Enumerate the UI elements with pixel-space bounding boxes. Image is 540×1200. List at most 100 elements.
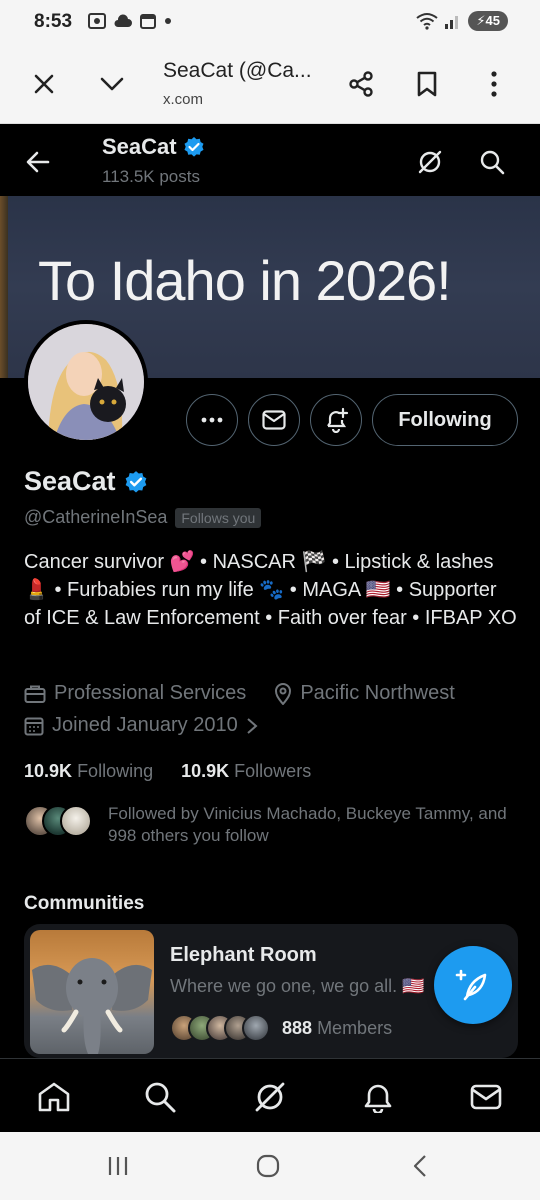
share-icon xyxy=(349,71,373,97)
message-button[interactable] xyxy=(248,394,300,446)
avatar xyxy=(242,1014,270,1042)
browser-tab-bar: SeaCat (@Ca... x.com xyxy=(0,44,540,124)
profile-avatar[interactable] xyxy=(24,320,148,444)
home-circle-icon xyxy=(256,1154,280,1178)
system-navigation-bar xyxy=(0,1132,540,1200)
follow-counts: 10.9K Following 10.9K Followers xyxy=(24,761,311,782)
following-count-link[interactable]: 10.9K Following xyxy=(24,761,153,782)
collapse-tab-button[interactable] xyxy=(92,64,132,104)
tab-url: x.com xyxy=(163,91,204,108)
chevron-down-icon xyxy=(100,77,124,91)
header-name-text: SeaCat xyxy=(102,134,177,159)
profile-header-bar: SeaCat 113.5K posts xyxy=(0,124,540,196)
back-button[interactable] xyxy=(18,142,58,182)
following-button[interactable]: Following xyxy=(372,394,518,446)
community-image xyxy=(30,930,154,1054)
more-vertical-icon xyxy=(491,71,497,97)
elephant-image xyxy=(32,958,152,1054)
nav-grok[interactable] xyxy=(250,1077,290,1117)
community-member-count: 888 Members xyxy=(282,1018,392,1039)
followers-count: 10.9K xyxy=(181,761,230,781)
community-description: Where we go one, we go all. 🇺🇸 xyxy=(170,976,425,996)
more-horizontal-icon xyxy=(201,417,223,423)
profile-handle: @CatherineInSea xyxy=(24,507,168,527)
location-pin-icon xyxy=(275,682,292,705)
compose-feather-icon xyxy=(455,969,487,1001)
community-members: 888 Members xyxy=(170,1012,392,1044)
home-button[interactable] xyxy=(248,1150,288,1182)
profile-name: SeaCat xyxy=(24,466,148,497)
search-profile-button[interactable] xyxy=(472,142,512,182)
bookmark-button[interactable] xyxy=(407,64,447,104)
recent-apps-button[interactable] xyxy=(98,1150,138,1182)
search-icon xyxy=(145,1082,176,1113)
avatar xyxy=(60,805,92,837)
close-icon xyxy=(34,74,54,94)
more-options-button[interactable] xyxy=(186,394,238,446)
followed-by-text: Followed by Vinicius Machado, Buckeye Ta… xyxy=(108,804,507,845)
bookmark-icon xyxy=(417,71,437,97)
cloud-icon xyxy=(114,14,132,27)
battery-level: ⚡45 xyxy=(468,11,508,31)
following-count-label: Following xyxy=(77,761,154,781)
banner-edge xyxy=(0,196,8,378)
close-tab-button[interactable] xyxy=(24,64,64,104)
bell-plus-icon xyxy=(327,407,349,433)
status-system-icons: ⚡45 xyxy=(416,11,508,31)
profile-meta-row: Professional Services Pacific Northwest xyxy=(24,682,455,705)
nav-search[interactable] xyxy=(140,1077,180,1117)
bottom-navigation xyxy=(0,1058,540,1132)
follows-you-badge: Follows you xyxy=(175,507,262,528)
communities-title: Communities xyxy=(24,893,145,914)
chevron-right-icon xyxy=(247,717,258,734)
grok-icon xyxy=(418,150,442,174)
profile-category: Professional Services xyxy=(54,682,247,704)
profile-joined: Joined January 2010 xyxy=(52,714,238,736)
recent-apps-icon xyxy=(108,1157,128,1175)
status-notification-icons xyxy=(88,13,172,29)
briefcase-icon xyxy=(24,685,46,703)
home-icon xyxy=(38,1082,70,1112)
header-post-count: 113.5K posts xyxy=(102,167,200,186)
profile-handle-row: @CatherineInSea Follows you xyxy=(24,507,262,528)
followers-count-label: Followers xyxy=(234,761,312,781)
profile-bio: Cancer survivor 💕 • NASCAR 🏁 • Lipstick … xyxy=(24,551,517,629)
followers-count-link[interactable]: 10.9K Followers xyxy=(181,761,311,782)
arrow-left-icon xyxy=(26,151,50,173)
nav-notifications[interactable] xyxy=(358,1077,398,1117)
share-button[interactable] xyxy=(341,64,381,104)
compose-post-button[interactable] xyxy=(434,946,512,1024)
following-count: 10.9K xyxy=(24,761,73,781)
community-member-number: 888 xyxy=(282,1017,313,1038)
bell-icon xyxy=(364,1084,392,1113)
status-bar: 8:53 ⚡45 xyxy=(0,0,540,44)
nav-home[interactable] xyxy=(34,1077,74,1117)
profile-joined-row[interactable]: Joined January 2010 xyxy=(24,714,258,737)
chevron-left-icon xyxy=(413,1155,426,1177)
wifi-icon xyxy=(416,13,439,30)
calendar-icon xyxy=(140,14,156,29)
grok-button[interactable] xyxy=(410,142,450,182)
tab-title: SeaCat (@Ca... xyxy=(163,59,312,82)
community-member-label: Members xyxy=(317,1017,393,1038)
status-time: 8:53 xyxy=(34,11,73,32)
banner-text: To Idaho in 2026! xyxy=(38,249,452,312)
profile-name-text: SeaCat xyxy=(24,466,116,496)
mail-icon xyxy=(470,1084,502,1110)
followed-by-avatars xyxy=(24,805,94,837)
more-menu-button[interactable] xyxy=(474,64,514,104)
notifications-subscribe-button[interactable] xyxy=(310,394,362,446)
search-icon xyxy=(480,150,505,175)
back-system-button[interactable] xyxy=(400,1150,440,1182)
nav-messages[interactable] xyxy=(466,1077,506,1117)
calendar-icon xyxy=(24,717,44,735)
verified-badge-icon[interactable] xyxy=(124,470,148,494)
header-name: SeaCat xyxy=(102,134,205,160)
grok-icon xyxy=(255,1082,285,1112)
signal-icon xyxy=(445,16,459,29)
profile-location: Pacific Northwest xyxy=(300,682,455,704)
community-name: Elephant Room xyxy=(170,944,317,966)
dot-icon xyxy=(165,18,171,24)
avatar-illustration xyxy=(28,324,144,440)
verified-badge-icon xyxy=(184,137,204,157)
